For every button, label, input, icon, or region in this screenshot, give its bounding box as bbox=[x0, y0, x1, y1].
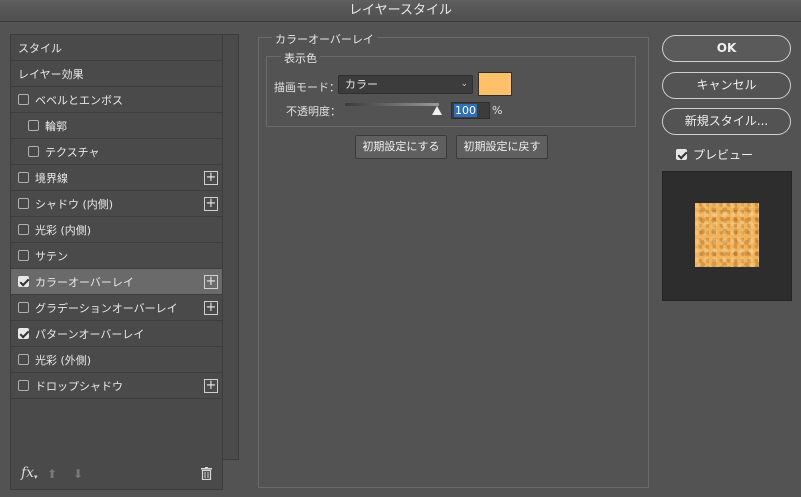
style-item[interactable]: スタイル bbox=[11, 35, 222, 61]
add-effect-icon[interactable]: + bbox=[204, 275, 218, 289]
ok-button[interactable]: OK bbox=[662, 35, 791, 62]
reset-to-default-button[interactable]: 初期設定に戻す bbox=[456, 135, 548, 159]
chevron-down-icon: ⌄ bbox=[460, 79, 468, 89]
preview-checkbox[interactable] bbox=[676, 149, 687, 160]
style-checkbox[interactable] bbox=[18, 328, 29, 339]
style-item[interactable]: ベベルとエンボス bbox=[11, 87, 222, 113]
move-up-icon[interactable]: ⬆ bbox=[47, 467, 57, 481]
blend-mode-label: 描画モード： bbox=[274, 81, 340, 94]
style-checkbox[interactable] bbox=[18, 302, 29, 313]
styles-panel-footer: fx ⬆ ⬇ bbox=[11, 459, 222, 489]
style-item-label: テクスチャ bbox=[45, 145, 100, 159]
group-title: 表示色 bbox=[281, 50, 320, 66]
style-item[interactable]: 光彩 (外側) bbox=[11, 347, 222, 373]
opacity-slider-thumb[interactable] bbox=[432, 106, 442, 115]
add-effect-icon[interactable]: + bbox=[204, 171, 218, 185]
style-item[interactable]: サテン bbox=[11, 243, 222, 269]
preview-swatch bbox=[695, 203, 759, 267]
section-title: カラーオーバーレイ bbox=[272, 31, 377, 47]
cancel-button[interactable]: キャンセル bbox=[662, 72, 791, 99]
style-item-label: 境界線 bbox=[35, 171, 68, 185]
overlay-color-swatch[interactable] bbox=[478, 72, 512, 96]
add-effect-icon[interactable]: + bbox=[204, 197, 218, 211]
style-item[interactable]: テクスチャ bbox=[11, 139, 222, 165]
style-checkbox[interactable] bbox=[18, 94, 29, 105]
style-item[interactable]: パターンオーバーレイ bbox=[11, 321, 222, 347]
style-item[interactable]: 輪郭 bbox=[11, 113, 222, 139]
style-item[interactable]: レイヤー効果 bbox=[11, 61, 222, 87]
style-checkbox[interactable] bbox=[28, 146, 39, 157]
make-default-button[interactable]: 初期設定にする bbox=[355, 135, 447, 159]
blend-mode-value: カラー bbox=[345, 78, 378, 91]
style-checkbox[interactable] bbox=[18, 250, 29, 261]
style-checkbox[interactable] bbox=[18, 172, 29, 183]
opacity-value: 100 bbox=[454, 104, 477, 117]
style-item[interactable]: グラデーションオーバーレイ + bbox=[11, 295, 222, 321]
style-item-label: 光彩 (内側) bbox=[35, 223, 92, 237]
move-down-icon[interactable]: ⬇ bbox=[73, 467, 83, 481]
style-item[interactable]: カラーオーバーレイ + bbox=[11, 269, 222, 295]
window-title-bar: レイヤースタイル bbox=[0, 0, 801, 22]
style-item[interactable]: 境界線 + bbox=[11, 165, 222, 191]
style-checkbox[interactable] bbox=[18, 354, 29, 365]
style-checkbox[interactable] bbox=[18, 224, 29, 235]
styles-list-scrollbar[interactable] bbox=[223, 34, 239, 460]
preview-toggle[interactable]: プレビュー bbox=[676, 146, 753, 163]
opacity-label: 不透明度： bbox=[286, 105, 341, 118]
style-item-label: シャドウ (内側) bbox=[35, 197, 114, 211]
style-checkbox[interactable] bbox=[18, 276, 29, 287]
styles-list-panel: スタイルレイヤー効果ベベルとエンボス輪郭テクスチャ境界線 + シャドウ (内側) + 光… bbox=[10, 34, 223, 490]
style-checkbox[interactable] bbox=[18, 198, 29, 209]
style-item-label: 輪郭 bbox=[45, 119, 67, 133]
style-item-label: 光彩 (外側) bbox=[35, 353, 92, 367]
style-item-label: パターンオーバーレイ bbox=[35, 327, 145, 341]
style-item-label: ベベルとエンボス bbox=[35, 93, 123, 107]
style-item-label: グラデーションオーバーレイ bbox=[35, 301, 178, 315]
blend-mode-select[interactable]: カラー ⌄ bbox=[338, 75, 473, 94]
style-item-label: カラーオーバーレイ bbox=[35, 275, 134, 289]
style-item-label: レイヤー効果 bbox=[18, 67, 84, 81]
opacity-unit: % bbox=[492, 104, 503, 117]
style-item[interactable]: 光彩 (内側) bbox=[11, 217, 222, 243]
window-title: レイヤースタイル bbox=[349, 3, 452, 18]
style-item[interactable]: シャドウ (内側) + bbox=[11, 191, 222, 217]
style-item-label: サテン bbox=[35, 249, 68, 263]
new-style-button[interactable]: 新規スタイル... bbox=[662, 108, 791, 135]
add-effect-icon[interactable]: + bbox=[204, 301, 218, 315]
style-item-label: ドロップシャドウ bbox=[35, 379, 123, 393]
fx-icon[interactable]: fx bbox=[21, 465, 38, 481]
style-item[interactable]: ドロップシャドウ + bbox=[11, 373, 222, 399]
add-effect-icon[interactable]: + bbox=[204, 379, 218, 393]
trash-icon[interactable] bbox=[201, 467, 212, 480]
opacity-slider-track[interactable] bbox=[345, 103, 439, 106]
style-checkbox[interactable] bbox=[18, 380, 29, 391]
style-item-label: スタイル bbox=[18, 41, 62, 55]
style-checkbox[interactable] bbox=[28, 120, 39, 131]
preview-label: プレビュー bbox=[693, 148, 754, 162]
opacity-input[interactable]: 100 bbox=[451, 102, 490, 119]
